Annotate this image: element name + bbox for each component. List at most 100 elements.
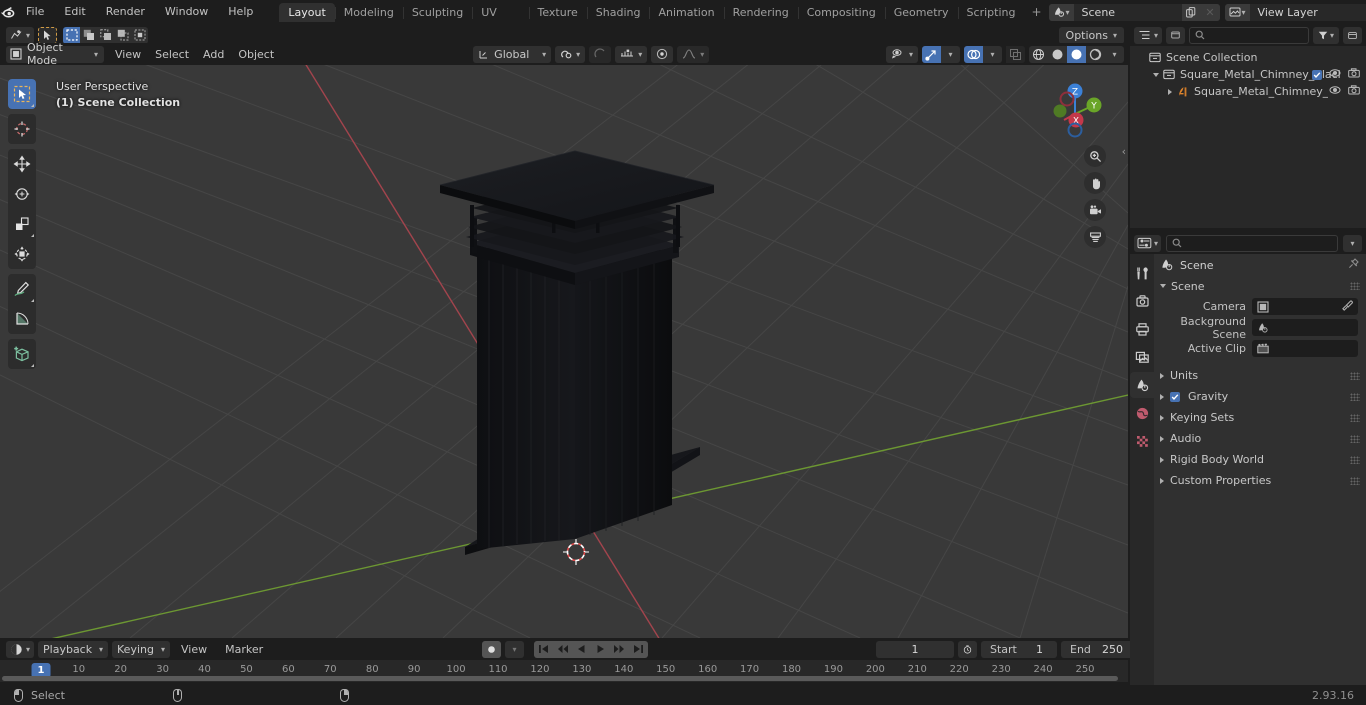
property-section-rigid-body-world[interactable]: Rigid Body World	[1154, 449, 1366, 470]
eyedropper-icon[interactable]	[1342, 299, 1353, 314]
workspace-tab-texture-paint[interactable]: Texture Paint	[528, 3, 587, 38]
texture-tab[interactable]	[1130, 428, 1154, 454]
timeline-editor-selector[interactable]: ▾	[6, 640, 35, 658]
workspace-tab-layout[interactable]: Layout	[279, 2, 335, 22]
object-mode-selector[interactable]: Object Mode ▾	[6, 41, 104, 67]
property-section-custom-properties[interactable]: Custom Properties	[1154, 470, 1366, 491]
outliner-search-input[interactable]	[1189, 26, 1309, 44]
outliner-row[interactable]: Scene Collection	[1130, 49, 1366, 66]
current-frame-field[interactable]: 1	[876, 640, 954, 658]
view-layer-tab[interactable]	[1130, 344, 1154, 370]
toggle-xray-button[interactable]	[1006, 45, 1025, 63]
viewport-menu-object[interactable]: Object	[231, 46, 281, 63]
jump-to-end-button[interactable]	[629, 640, 648, 658]
cursor-tool[interactable]	[8, 114, 36, 144]
zoom-icon[interactable]	[1084, 145, 1106, 167]
jump-to-start-button[interactable]	[534, 640, 553, 658]
disclosure-icon[interactable]	[1136, 52, 1147, 63]
overlay-dropdown[interactable]: ▾	[983, 45, 1002, 63]
ortho-persp-icon[interactable]	[1084, 226, 1106, 248]
tool-tab[interactable]	[1130, 260, 1154, 286]
next-keyframe-button[interactable]	[610, 640, 629, 658]
scene-icon[interactable]: ▾	[1048, 3, 1074, 21]
rendered-shading-button[interactable]	[1086, 45, 1105, 63]
outliner-filter-button[interactable]: ▾	[1313, 26, 1339, 44]
show-overlays-toggle[interactable]	[964, 45, 983, 63]
use-preview-range-button[interactable]	[958, 640, 977, 658]
play-reverse-button[interactable]	[572, 640, 591, 658]
visibility-dropdown[interactable]: ▾	[885, 45, 918, 63]
render-camera-icon[interactable]	[1348, 68, 1360, 81]
render-camera-icon[interactable]	[1348, 85, 1360, 98]
scene-id-block[interactable]: ▾ Scene ✕	[1048, 3, 1220, 21]
measure-tool[interactable]	[8, 304, 36, 334]
property-section-units[interactable]: Units	[1154, 365, 1366, 386]
navigation-gizmo[interactable]: Z Y X	[1042, 73, 1108, 139]
transform-orientation-dropdown[interactable]: Global ▾	[473, 45, 552, 63]
timeline-scrollbar[interactable]	[2, 676, 1118, 681]
keying-dropdown[interactable]: Keying ▾	[112, 640, 171, 658]
workspace-tab-geometry-nodes[interactable]: Geometry Nodes	[884, 3, 958, 38]
properties-search-input[interactable]	[1166, 234, 1338, 252]
annotate-tool[interactable]	[8, 274, 36, 304]
rotate-tool[interactable]	[8, 179, 36, 209]
workspace-tab-animation[interactable]: Animation	[649, 3, 723, 22]
view-layer-icon[interactable]: ▾	[1224, 3, 1250, 21]
new-scene-button[interactable]	[1181, 3, 1201, 21]
viewport-menu-view[interactable]: View	[108, 46, 148, 63]
select-box-tool[interactable]	[8, 79, 36, 109]
checkbox-icon[interactable]	[1312, 69, 1322, 80]
property-section-gravity[interactable]: Gravity	[1154, 386, 1366, 407]
blender-logo-icon[interactable]	[0, 0, 16, 24]
outliner-editor-selector[interactable]: ▾	[1134, 26, 1163, 44]
camera-view-icon[interactable]	[1084, 199, 1106, 221]
pin-icon[interactable]	[1348, 258, 1359, 272]
property-field-active-clip[interactable]	[1252, 340, 1358, 357]
unlink-scene-button[interactable]: ✕	[1200, 3, 1220, 21]
top-menu-edit[interactable]: Edit	[54, 3, 95, 21]
properties-options-dropdown[interactable]: ▾	[1343, 234, 1362, 252]
property-field-background-scene[interactable]	[1252, 319, 1358, 336]
select-invert-icon[interactable]	[114, 26, 132, 44]
viewlayer-id-block[interactable]: ▾ View Layer ✕	[1224, 3, 1366, 21]
workspace-tab-modeling[interactable]: Modeling	[334, 3, 403, 22]
outliner-row[interactable]: Square_Metal_Chimney_	[1130, 83, 1366, 100]
workspace-tab-scripting[interactable]: Scripting	[957, 3, 1025, 22]
outliner-new-collection-button[interactable]	[1343, 26, 1362, 44]
select-subtract-icon[interactable]	[97, 26, 115, 44]
viewport-menu-select[interactable]: Select	[148, 46, 196, 63]
top-menu-help[interactable]: Help	[218, 3, 263, 21]
gizmo-dropdown[interactable]: ▾	[941, 45, 960, 63]
shading-dropdown[interactable]: ▾	[1105, 45, 1124, 63]
workspace-tab-shading[interactable]: Shading	[586, 3, 650, 22]
disclosure-icon[interactable]	[1164, 86, 1175, 97]
snap-magnet-toggle[interactable]: ▾	[555, 45, 586, 63]
play-button[interactable]	[591, 640, 610, 658]
workspace-tab-rendering[interactable]: Rendering	[723, 3, 798, 22]
render-tab[interactable]	[1130, 288, 1154, 314]
viewport-sidebar-toggle[interactable]: ‹	[1122, 145, 1126, 158]
viewport-menu-add[interactable]: Add	[196, 46, 231, 63]
auto-keying-dropdown[interactable]: ▾	[505, 640, 524, 658]
previous-keyframe-button[interactable]	[553, 640, 572, 658]
move-tool[interactable]	[8, 149, 36, 179]
disclosure-icon[interactable]	[1150, 69, 1161, 80]
visibility-eye-icon[interactable]	[1329, 85, 1341, 98]
property-field-camera[interactable]	[1252, 298, 1358, 315]
material-preview-button[interactable]	[1067, 45, 1086, 63]
visibility-eye-icon[interactable]	[1329, 68, 1341, 81]
section-checkbox[interactable]	[1170, 391, 1180, 402]
top-menu-render[interactable]: Render	[96, 3, 155, 21]
timeline-view-menu[interactable]: View	[174, 641, 214, 658]
timeline-marker-menu[interactable]: Marker	[218, 641, 270, 658]
auto-keying-button[interactable]	[482, 640, 501, 658]
top-menu-window[interactable]: Window	[155, 3, 218, 21]
pan-hand-icon[interactable]	[1084, 172, 1106, 194]
start-frame-field[interactable]: Start 1	[981, 640, 1057, 658]
show-gizmo-toggle[interactable]	[922, 45, 941, 63]
proportional-edit-toggle[interactable]	[589, 45, 612, 63]
select-intersect-icon[interactable]	[131, 26, 149, 44]
scale-tool[interactable]	[8, 209, 36, 239]
transform-tool[interactable]	[8, 239, 36, 269]
outliner-row[interactable]: Square_Metal_Chimney_Blacl	[1130, 66, 1366, 83]
